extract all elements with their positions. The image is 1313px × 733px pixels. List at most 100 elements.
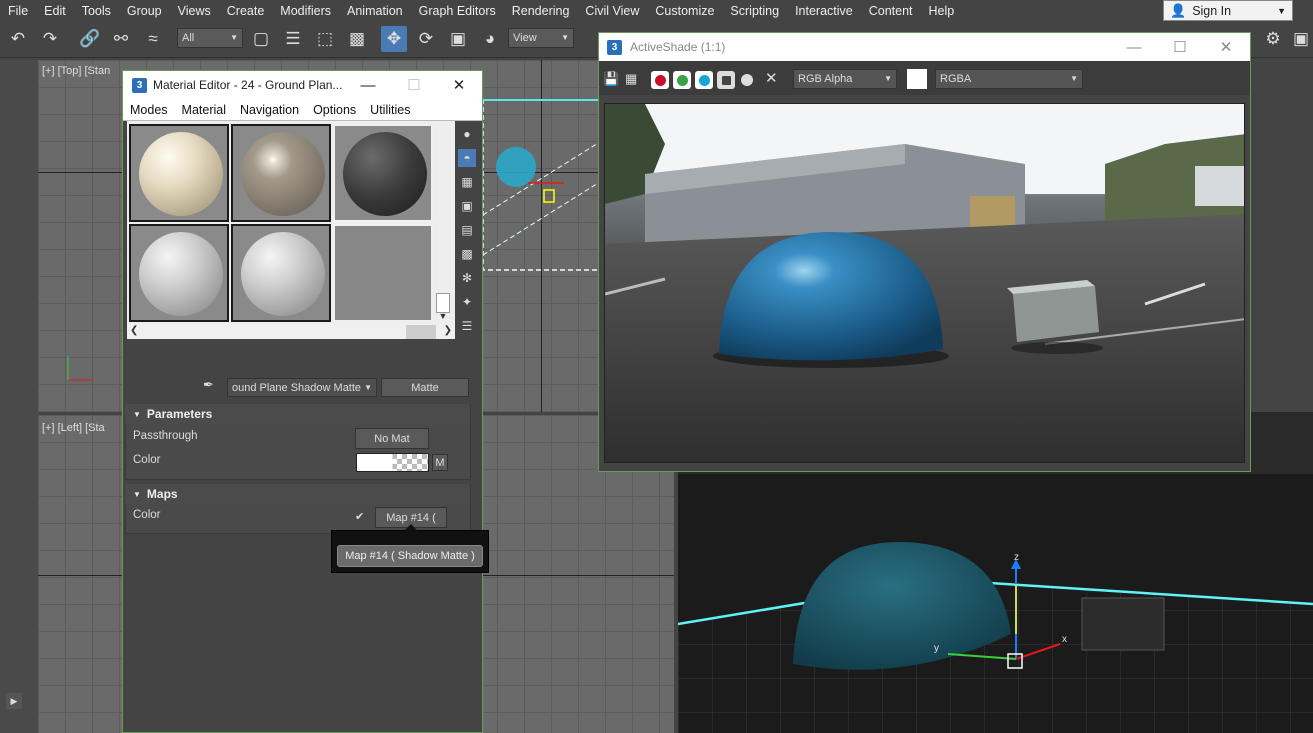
redo-icon[interactable]: ↷ (37, 26, 63, 52)
menu-graph-editors[interactable]: Graph Editors (411, 0, 504, 22)
copy-image-icon[interactable]: ▦ (625, 71, 641, 87)
link-icon[interactable]: 🔗 (77, 26, 103, 52)
alpha-channel-toggle[interactable] (717, 71, 735, 89)
material-type-button[interactable]: Matte (381, 378, 469, 397)
sign-in-button[interactable]: 👤 Sign In ▼ (1163, 0, 1293, 21)
menu-customize[interactable]: Customize (647, 0, 722, 22)
save-image-icon[interactable]: 💾 (603, 71, 619, 87)
parameters-header-label: Parameters (146, 407, 213, 421)
left-viewport-label: [+] [Left] [Sta (42, 422, 105, 434)
menu-navigation[interactable]: Navigation (233, 103, 306, 117)
background-color-swatch[interactable] (907, 69, 927, 89)
video-color-check-icon[interactable]: ▤ (458, 221, 476, 239)
material-map-navigator-icon[interactable]: ☰ (458, 317, 476, 335)
close-icon[interactable]: ✕ (436, 71, 482, 99)
select-by-material-icon[interactable]: ✦ (458, 293, 476, 311)
maximize-icon[interactable]: ☐ (391, 71, 437, 99)
sample-type-icon[interactable]: ● (458, 125, 476, 143)
select-and-move-icon[interactable]: ✥ (381, 26, 407, 52)
menu-help[interactable]: Help (921, 0, 963, 22)
close-icon[interactable]: ✕ (1203, 33, 1249, 61)
select-object-icon[interactable]: ▢ (248, 26, 274, 52)
maps-rollout-header[interactable]: ▼ Maps (125, 484, 469, 504)
minimize-icon[interactable]: — (1111, 33, 1157, 61)
rgba-display-dropdown[interactable]: RGBA ▼ (935, 69, 1083, 89)
menu-edit[interactable]: Edit (36, 0, 74, 22)
color-swatch[interactable] (356, 453, 429, 472)
minimize-icon[interactable]: — (345, 71, 391, 99)
channel-display-dropdown[interactable]: RGB Alpha ▼ (793, 69, 897, 89)
chevron-down-icon[interactable]: ▼ (436, 311, 450, 324)
slot-horizontal-scrollbar[interactable]: ❮ ❯ (127, 325, 455, 339)
window-crossing-icon[interactable]: ▩ (344, 26, 370, 52)
play-icon[interactable]: ▶ (6, 693, 22, 709)
parameters-rollout-header[interactable]: ▼ Parameters (125, 404, 469, 424)
menu-civil-view[interactable]: Civil View (577, 0, 647, 22)
maps-color-checkbox[interactable]: ✔ (355, 510, 367, 523)
menu-material[interactable]: Material (175, 103, 233, 117)
menu-scripting[interactable]: Scripting (722, 0, 787, 22)
menu-animation[interactable]: Animation (339, 0, 411, 22)
rendered-frame-window-icon[interactable]: ▣ (1288, 26, 1313, 52)
activeshade-titlebar[interactable]: 3 ActiveShade (1:1) — ☐ ✕ (599, 33, 1250, 61)
make-preview-icon[interactable]: ▩ (458, 245, 476, 263)
undo-icon[interactable]: ↶ (5, 26, 31, 52)
menu-create[interactable]: Create (219, 0, 273, 22)
render-preview[interactable] (604, 103, 1245, 463)
sample-slot-4[interactable] (129, 224, 229, 322)
menu-rendering[interactable]: Rendering (504, 0, 578, 22)
monochrome-icon[interactable] (741, 74, 753, 86)
passthrough-button[interactable]: No Mat (355, 428, 429, 449)
material-editor-titlebar[interactable]: 3 Material Editor - 24 - Ground Plan... … (123, 71, 482, 99)
sample-slot-1[interactable] (129, 124, 229, 222)
chevron-right-icon[interactable]: ❯ (444, 325, 452, 336)
menu-utilities[interactable]: Utilities (363, 103, 417, 117)
render-setup-icon[interactable]: ⚙ (1260, 26, 1286, 52)
maximize-icon[interactable]: ☐ (1157, 33, 1203, 61)
menu-content[interactable]: Content (861, 0, 921, 22)
rectangular-selection-icon[interactable]: ⬚ (312, 26, 338, 52)
color-map-button[interactable]: M (432, 454, 448, 471)
select-and-place-icon[interactable]: ◕ (477, 26, 503, 52)
material-sphere (241, 232, 325, 316)
chevron-left-icon[interactable]: ❮ (130, 325, 138, 336)
menu-file[interactable]: File (0, 0, 36, 22)
green-channel-toggle[interactable] (673, 71, 691, 89)
select-and-scale-icon[interactable]: ▣ (445, 26, 471, 52)
material-sphere (343, 132, 427, 216)
sign-in-label: Sign In (1192, 3, 1232, 18)
reference-coordinate-dropdown[interactable]: View ▼ (508, 28, 574, 48)
clear-icon[interactable]: ✕ (765, 69, 783, 87)
material-name-field[interactable]: ound Plane Shadow Matte ▼ (227, 378, 377, 397)
menu-modifiers[interactable]: Modifiers (272, 0, 339, 22)
sample-slot-2[interactable] (231, 124, 331, 222)
options-icon[interactable]: ✻ (458, 269, 476, 287)
backlight-icon[interactable]: ◓ (458, 149, 476, 167)
perspective-viewport[interactable]: z y x (678, 474, 1313, 733)
selection-filter-dropdown[interactable]: All ▼ (177, 28, 243, 48)
background-checker-icon[interactable]: ▦ (458, 173, 476, 191)
menu-tools[interactable]: Tools (74, 0, 119, 22)
menu-modes[interactable]: Modes (123, 103, 175, 117)
unlink-icon[interactable]: ⚯ (108, 26, 134, 52)
select-and-rotate-icon[interactable]: ⟳ (413, 26, 439, 52)
eyedropper-icon[interactable]: ✒ (203, 377, 219, 395)
sample-uv-tiling-icon[interactable]: ▣ (458, 197, 476, 215)
red-channel-toggle[interactable] (651, 71, 669, 89)
left-command-strip: ▶ (0, 60, 38, 733)
3dsmax-logo-icon: 3 (607, 39, 622, 55)
sample-slot-5[interactable] (231, 224, 331, 322)
scroll-thumb[interactable] (406, 325, 436, 339)
sample-slot-3[interactable] (333, 124, 433, 222)
menu-group[interactable]: Group (119, 0, 170, 22)
slot-scrollbar-thumb[interactable] (436, 293, 450, 313)
sample-slot-6-active[interactable] (333, 224, 433, 322)
menu-options[interactable]: Options (306, 103, 363, 117)
menu-interactive[interactable]: Interactive (787, 0, 861, 22)
maps-header-label: Maps (146, 487, 178, 501)
bind-space-warp-icon[interactable]: ≈ (140, 26, 166, 52)
menu-views[interactable]: Views (170, 0, 219, 22)
blue-channel-toggle[interactable] (695, 71, 713, 89)
material-name-value: ound Plane Shadow Matte (232, 381, 362, 394)
select-by-name-icon[interactable]: ☰ (280, 26, 306, 52)
